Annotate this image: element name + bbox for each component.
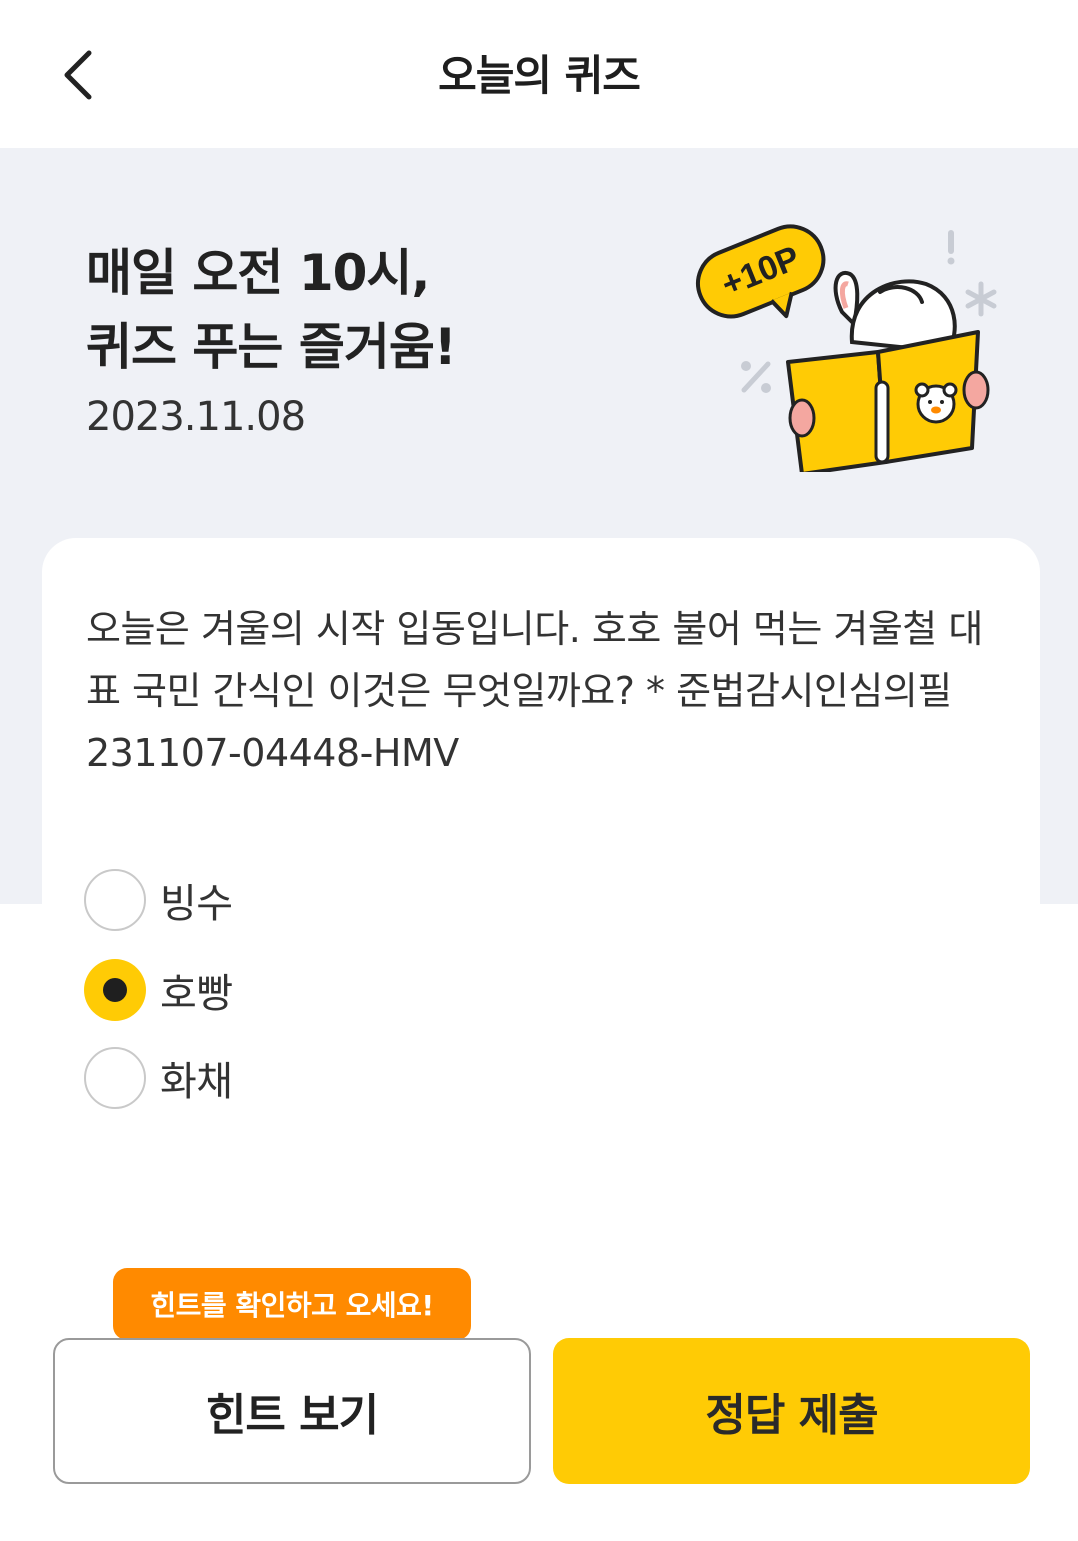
submit-answer-button[interactable]: 정답 제출 [553,1338,1030,1484]
app-header: 오늘의 퀴즈 [0,0,1078,148]
option-hwachae[interactable]: 화채 [84,1046,484,1110]
quiz-card: 오늘은 겨울의 시작 입동입니다. 호호 불어 먹는 겨울철 대표 국민 간식인… [42,538,1040,1158]
radio-dot [103,978,127,1002]
hint-tooltip: 힌트를 확인하고 오세요! [113,1268,471,1340]
option-label: 빙수 [160,881,233,927]
hero-title-line2: 퀴즈 푸는 즐거움! [86,318,457,376]
hero-title-line1: 매일 오전 10시, [86,244,430,302]
option-label: 화채 [160,1059,233,1105]
quiz-page: 오늘의 퀴즈 매일 오전 10시, 퀴즈 푸는 즐거움! 2023.11.08 [0,0,1078,1541]
radio-button[interactable] [84,869,146,931]
quiz-date: 2023.11.08 [86,394,306,440]
hero-title: 매일 오전 10시, 퀴즈 푸는 즐거움! [86,236,457,384]
option-hoppang[interactable]: 호빵 [84,958,484,1022]
page-title: 오늘의 퀴즈 [438,51,641,100]
hint-button[interactable]: 힌트 보기 [53,1338,531,1484]
option-bingsu[interactable]: 빙수 [84,868,484,932]
quiz-question: 오늘은 겨울의 시작 입동입니다. 호호 불어 먹는 겨울철 대표 국민 간식인… [86,607,983,775]
option-label: 호빵 [160,971,233,1017]
radio-button-selected[interactable] [84,959,146,1021]
reading-character-illustration: +10P [696,224,997,472]
radio-button[interactable] [84,1047,146,1109]
